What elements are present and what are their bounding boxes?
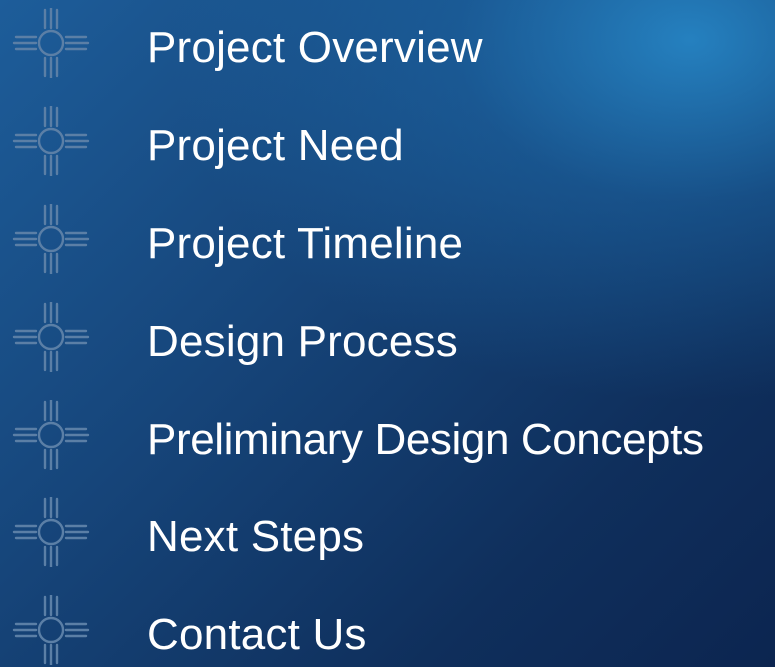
zia-sun-symbol-icon: [12, 302, 90, 372]
agenda-item-label: Next Steps: [147, 512, 365, 561]
zia-sun-symbol-icon: [12, 400, 90, 470]
agenda-item-project-timeline: Project Timeline: [0, 204, 775, 294]
agenda-item-label: Project Need: [147, 121, 404, 170]
agenda-item-design-process: Design Process: [0, 302, 775, 392]
zia-sun-symbol-icon: [12, 106, 90, 176]
agenda-item-label: Project Overview: [147, 23, 483, 72]
agenda-item-project-overview: Project Overview: [0, 8, 775, 98]
agenda-item-label: Project Timeline: [147, 219, 464, 268]
agenda-item-label: Contact Us: [147, 610, 367, 659]
zia-sun-symbol-icon: [12, 8, 90, 78]
zia-sun-symbol-icon: [12, 497, 90, 567]
agenda-item-label: Design Process: [147, 317, 458, 366]
agenda-item-preliminary-design-concepts: Preliminary Design Concepts: [0, 400, 775, 490]
agenda-item-project-need: Project Need: [0, 106, 775, 196]
zia-sun-symbol-icon: [12, 595, 90, 665]
agenda-item-contact-us: Contact Us: [0, 595, 775, 667]
agenda-item-label: Preliminary Design Concepts: [147, 415, 704, 464]
zia-sun-symbol-icon: [12, 204, 90, 274]
agenda-item-next-steps: Next Steps: [0, 497, 775, 587]
agenda-slide: Project Overview Project Need Project Ti…: [0, 0, 775, 667]
